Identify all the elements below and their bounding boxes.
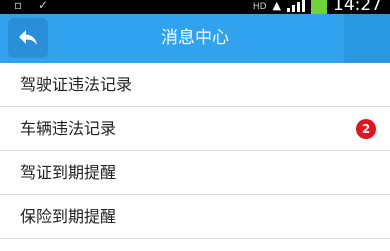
message-item-license-expiry[interactable]: 驾证到期提醒	[0, 151, 390, 195]
network-type: HD	[252, 2, 267, 12]
page-title: 消息中心	[161, 28, 229, 48]
clock: 14:27	[333, 0, 382, 14]
message-item-vehicle-violations[interactable]: 车辆违法记录 2	[0, 107, 390, 151]
message-list: 驾驶证违法记录 车辆违法记录 2 驾证到期提醒 保险到期提醒	[0, 63, 390, 239]
wifi-icon: ▲	[272, 0, 281, 12]
status-bar: ▫ ✓ HD ▲ 14:27	[0, 0, 390, 14]
message-item-label: 保险到期提醒	[20, 207, 117, 226]
message-item-insurance-expiry[interactable]: 保险到期提醒	[0, 195, 390, 239]
battery-icon	[311, 0, 327, 14]
screen: ▫ ✓ HD ▲ 14:27 消息中心 驾驶证违法记录 车辆违法记录 2 驾证到…	[0, 0, 390, 251]
message-item-label: 驾驶证违法记录	[20, 75, 133, 94]
status-right: HD ▲ 14:27	[253, 0, 382, 14]
notification-icons: ▫ ✓	[14, 0, 55, 12]
message-item-label: 车辆违法记录	[20, 119, 117, 138]
message-item-license-violations[interactable]: 驾驶证违法记录	[0, 63, 390, 107]
title-bar: 消息中心	[0, 14, 390, 63]
unread-count-badge: 2	[356, 119, 376, 139]
title-bar-right-area	[344, 14, 390, 63]
signal-icon	[287, 0, 305, 12]
message-item-label: 驾证到期提醒	[20, 163, 117, 182]
